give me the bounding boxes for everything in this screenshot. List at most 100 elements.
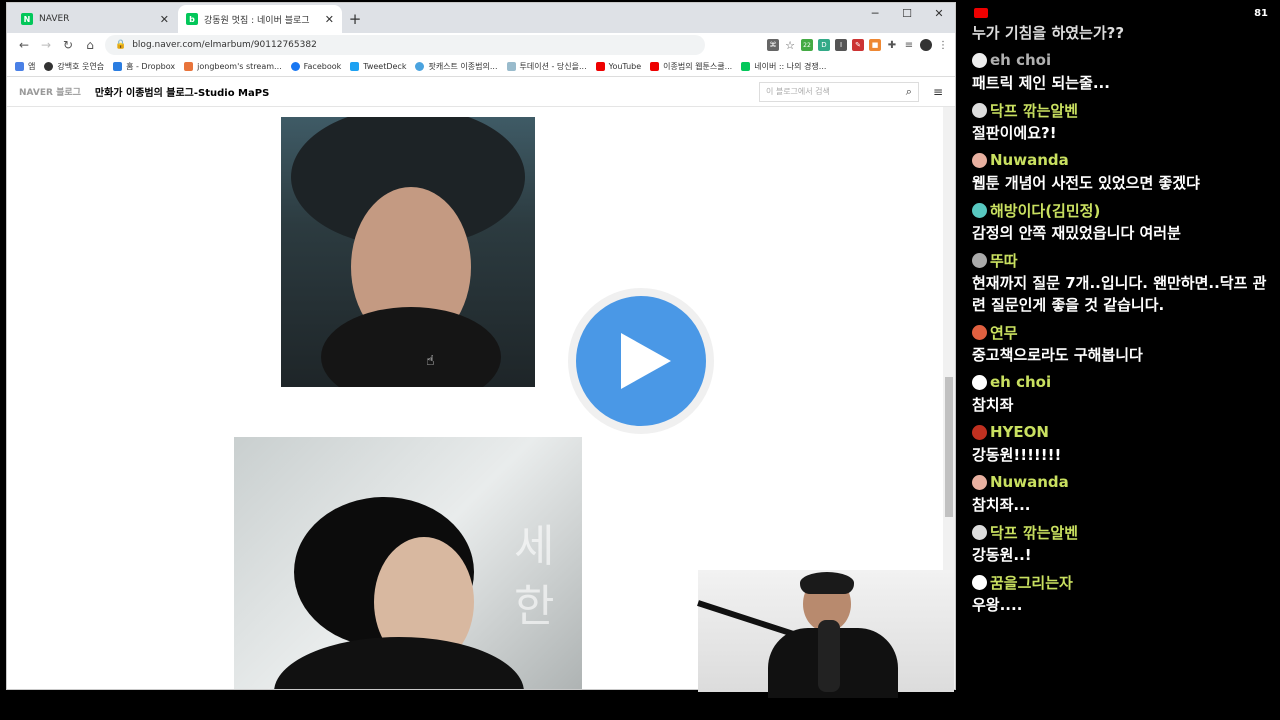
extension-badge-icon[interactable]: 22 xyxy=(801,39,813,51)
chat-text: 강동원..! xyxy=(972,546,1032,564)
profile-avatar[interactable] xyxy=(920,39,932,51)
reading-list-icon[interactable]: ≡ xyxy=(903,39,915,51)
url-text: blog.naver.com/elmarbum/90112765382 xyxy=(132,40,317,50)
overlay-char: 한 xyxy=(514,581,555,632)
star-icon[interactable]: ☆ xyxy=(784,39,796,52)
chat-author-row: eh choi xyxy=(972,48,1270,72)
chat-message: eh choi 참치좌 xyxy=(962,370,1280,416)
back-icon[interactable]: ← xyxy=(13,38,35,52)
play-icon xyxy=(621,333,671,389)
avatar[interactable] xyxy=(972,252,987,268)
bookmarks-bar: 앱 강백호 웃연습 홈 - Dropbox jongbeom's stream.… xyxy=(7,57,955,77)
post-photo-2[interactable]: 세 한 xyxy=(234,437,582,689)
post-photo-1[interactable] xyxy=(281,117,535,387)
puzzle-icon[interactable]: ✚ xyxy=(886,39,898,51)
blog-search-input[interactable]: 이 블로그에서 검색 ⌕ xyxy=(758,81,919,102)
bookmark-item[interactable]: Facebook xyxy=(290,62,342,71)
naver-blog-logo[interactable]: NAVER 블로그 xyxy=(19,85,81,98)
chat-author-name[interactable]: Nuwanda xyxy=(990,473,1069,491)
podcast-icon xyxy=(415,62,425,71)
d-extension-icon[interactable]: D xyxy=(818,39,830,51)
bookmark-item[interactable]: 네이버 :: 나의 경쟁... xyxy=(741,61,826,72)
chat-author-name[interactable]: Nuwanda xyxy=(990,151,1069,169)
avatar[interactable] xyxy=(972,424,987,440)
chat-author-name[interactable]: 뚜따 xyxy=(990,250,1018,271)
bookmark-item[interactable]: jongbeom's stream... xyxy=(184,62,282,71)
blog-title[interactable]: 만화가 이종범의 블로그-Studio MaPS xyxy=(95,84,269,99)
chat-author-name[interactable]: 연무 xyxy=(990,322,1018,343)
bookmark-item[interactable]: 투데이션 - 당신을... xyxy=(506,61,587,72)
orange-extension-icon[interactable]: ■ xyxy=(869,39,881,51)
chat-author-row: Nuwanda xyxy=(972,148,1270,172)
chat-author-name[interactable]: 닥프 깎는알벤 xyxy=(990,100,1078,121)
avatar[interactable] xyxy=(972,52,987,68)
scrollbar-thumb[interactable] xyxy=(945,377,953,517)
avatar[interactable] xyxy=(972,574,987,590)
chat-text: 현재까지 질문 7개..입니다. 왠만하면..닥프 관련 질문인게 좋을 것 같… xyxy=(972,274,1267,314)
avatar[interactable] xyxy=(972,152,987,168)
tab-naver[interactable]: N NAVER ✕ xyxy=(13,5,177,33)
chat-author-row: HYEON xyxy=(972,420,1270,444)
avatar[interactable] xyxy=(972,474,987,490)
chat-message: 닥프 깎는알벤절판이에요?! xyxy=(962,98,1280,144)
menu-icon[interactable]: ≡ xyxy=(933,85,943,99)
play-button[interactable] xyxy=(568,288,714,434)
home-icon[interactable]: ⌂ xyxy=(79,38,101,52)
badge-count: 22 xyxy=(803,41,811,49)
bookmark-label: 네이버 :: 나의 경쟁... xyxy=(754,62,827,71)
tab-blog[interactable]: b 강동원 멋짐 : 네이버 블로그 ✕ xyxy=(178,5,342,33)
chat-text: 패트릭 제인 되는줄... xyxy=(972,74,1110,92)
avatar[interactable] xyxy=(972,202,987,218)
avatar[interactable] xyxy=(972,324,987,340)
youtube-icon xyxy=(650,62,660,71)
red-extension-icon[interactable]: ✎ xyxy=(852,39,864,51)
chat-author-name[interactable]: eh choi xyxy=(990,51,1051,69)
bookmark-item[interactable]: 홈 - Dropbox xyxy=(113,61,175,72)
close-window-icon[interactable]: ✕ xyxy=(923,3,955,23)
avatar[interactable] xyxy=(972,524,987,540)
chat-author-name[interactable]: HYEON xyxy=(990,423,1049,441)
bookmark-item[interactable]: YouTube xyxy=(595,62,641,71)
maximize-icon[interactable]: ☐ xyxy=(891,3,923,23)
naver-blog-icon: b xyxy=(186,13,198,25)
chat-message: 연무 중고책으로라도 구해봅니다 xyxy=(962,320,1280,366)
apps-icon xyxy=(15,62,24,71)
bookmark-item[interactable]: 이종범의 웹툰스쿨... xyxy=(650,61,732,72)
avatar[interactable] xyxy=(972,374,987,390)
mouse-cursor-icon: ☝ xyxy=(426,353,435,369)
bookmark-apps[interactable]: 앱 xyxy=(15,61,35,72)
chat-author-name[interactable]: 해방이다(김민정) xyxy=(990,200,1100,221)
chat-text: 절판이에요?! xyxy=(972,124,1057,142)
bookmark-item[interactable]: 팟캐스트 이종범의... xyxy=(415,61,498,72)
menu-dots-icon[interactable]: ⋮ xyxy=(937,39,949,51)
search-icon[interactable]: ⌕ xyxy=(906,85,912,99)
tab-label: NAVER xyxy=(39,14,70,24)
translate-icon[interactable]: ⌘ xyxy=(767,39,779,51)
globe-icon xyxy=(44,62,54,71)
photo-overlay-text: 세 한 xyxy=(514,517,554,637)
bookmark-item[interactable]: TweetDeck xyxy=(350,62,406,71)
i-extension-icon[interactable]: I xyxy=(835,39,847,51)
chat-author-name[interactable]: 닥프 깎는알벤 xyxy=(990,522,1078,543)
forward-icon[interactable]: → xyxy=(35,38,57,52)
address-bar[interactable]: 🔒 blog.naver.com/elmarbum/90112765382 xyxy=(105,35,705,55)
bookmark-item[interactable]: 강백호 웃연습 xyxy=(44,61,104,72)
minimize-icon[interactable]: ─ xyxy=(859,3,891,23)
chat-author-name[interactable]: eh choi xyxy=(990,373,1051,391)
streamer-hair xyxy=(800,572,854,594)
today-icon xyxy=(506,62,516,71)
tab-label: 강동원 멋짐 : 네이버 블로그 xyxy=(204,15,310,26)
reload-icon[interactable]: ↻ xyxy=(57,38,79,52)
chat-author-name[interactable]: 꿈을그리는자 xyxy=(990,572,1073,593)
chat-message: eh choi 패트릭 제인 되는줄... xyxy=(962,48,1280,94)
avatar[interactable] xyxy=(972,102,987,118)
chat-text: 감정의 안쪽 재밌었읍니다 여러분 xyxy=(972,224,1181,242)
close-icon[interactable]: ✕ xyxy=(325,13,334,26)
chat-author-row: 뚜따 xyxy=(972,248,1270,272)
close-icon[interactable]: ✕ xyxy=(160,13,169,26)
chat-message: HYEON 강동원!!!!!!! xyxy=(962,420,1280,466)
chat-message: 누가 기침을 하였는가?? xyxy=(962,22,1280,44)
chat-message: Nuwanda 참치좌... xyxy=(962,470,1280,516)
bookmark-label: Facebook xyxy=(303,62,342,71)
new-tab-button[interactable]: + xyxy=(343,5,367,33)
